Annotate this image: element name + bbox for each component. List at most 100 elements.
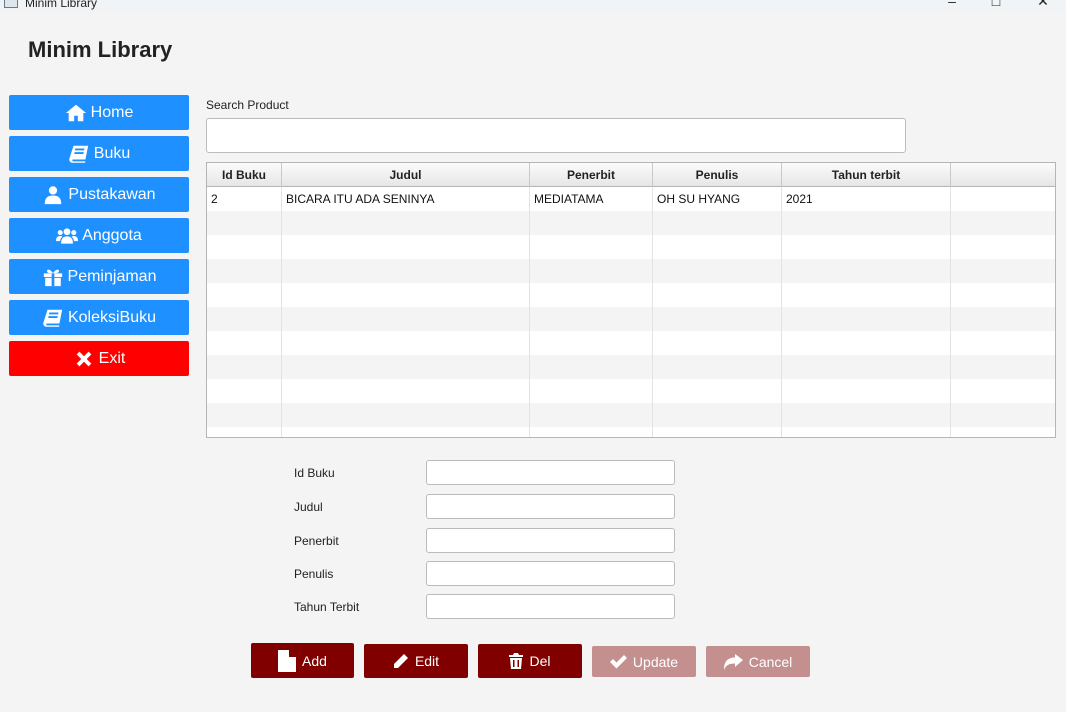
share-arrow-icon [723,653,743,670]
table-cell-empty [282,283,530,307]
table-cell-empty [530,379,653,403]
update-button[interactable]: Update [592,646,696,677]
penulis-label: Penulis [294,567,334,581]
column-header-judul[interactable]: Judul [282,163,530,187]
sidebar-item-label: Buku [93,144,131,162]
table-cell-empty [653,283,782,307]
table-cell-empty [282,259,530,283]
table-cell-empty [782,211,951,235]
judul-label: Judul [294,500,323,514]
table-cell-empty [282,307,530,331]
table-cell-empty [653,235,782,259]
add-label: Add [302,652,327,669]
delete-button[interactable]: Del [478,644,582,678]
pencil-icon [393,654,408,668]
table-cell-empty [282,379,530,403]
table-cell: OH SU HYANG [653,187,782,211]
table-cell-empty [951,331,1055,355]
table-cell: MEDIATAMA [530,187,653,211]
cancel-label: Cancel [748,653,793,670]
search-label: Search Product [206,98,289,112]
close-icon [76,351,91,366]
edit-button[interactable]: Edit [364,644,468,678]
column-header-id-buku[interactable]: Id Buku [207,163,282,187]
maximize-icon[interactable]: □ [988,0,1004,10]
table-cell: 2021 [782,187,951,211]
table-cell-empty [653,259,782,283]
table-row[interactable]: 2 BICARA ITU ADA SENINYA MEDIATAMA OH SU… [207,187,1055,211]
table-cell-empty [530,211,653,235]
add-button[interactable]: Add [251,643,354,678]
table-cell-empty [782,307,951,331]
table-row-empty [207,259,1055,283]
id-buku-label: Id Buku [294,466,335,480]
sidebar-item-label: Home [90,103,134,121]
table-cell-empty [282,427,530,437]
table-cell-empty [282,355,530,379]
table-cell-empty [530,427,653,437]
table-cell-empty [653,307,782,331]
sidebar-item-peminjaman[interactable]: Peminjaman [9,259,189,294]
table-cell-empty [951,403,1055,427]
close-window-icon[interactable]: ✕ [1035,0,1051,10]
column-header-penulis[interactable]: Penulis [653,163,782,187]
table-cell-empty [951,211,1055,235]
exit-label: Exit [98,349,126,367]
cancel-button[interactable]: Cancel [706,646,810,677]
file-icon [278,649,297,672]
table-cell-empty [530,259,653,283]
table-cell: BICARA ITU ADA SENINYA [282,187,530,211]
app-title: Minim Library [28,37,173,62]
column-header-tahun-terbit[interactable]: Tahun terbit [782,163,951,187]
sidebar-item-anggota[interactable]: Anggota [9,218,189,253]
books-table[interactable]: Id Buku Judul Penerbit Penulis Tahun ter… [206,162,1056,438]
table-cell-empty [207,379,282,403]
table-cell-empty [653,331,782,355]
table-cell-empty [782,235,951,259]
column-header-penerbit[interactable]: Penerbit [530,163,653,187]
table-row-empty [207,283,1055,307]
table-cell-empty [951,307,1055,331]
sidebar-item-label: Pustakawan [68,185,156,203]
tahun-terbit-field[interactable] [426,594,675,619]
check-icon [609,654,627,668]
table-header: Id Buku Judul Penerbit Penulis Tahun ter… [207,163,1055,187]
table-cell-empty [207,403,282,427]
table-row-empty [207,355,1055,379]
minimize-icon[interactable]: – [944,0,960,10]
table-cell-empty [207,307,282,331]
table-row-empty [207,379,1055,403]
table-cell-empty [207,283,282,307]
sidebar-item-buku[interactable]: Buku [9,136,189,171]
edit-label: Edit [414,653,440,669]
id-buku-field[interactable] [426,460,675,485]
table-row-empty [207,331,1055,355]
table-cell-empty [207,331,282,355]
table-cell-empty [653,379,782,403]
table-cell-empty [782,355,951,379]
penulis-field[interactable] [426,561,675,586]
table-cell-empty [282,211,530,235]
table-cell-empty [782,283,951,307]
sidebar-item-pustakawan[interactable]: Pustakawan [9,177,189,212]
search-input[interactable] [206,118,906,153]
table-cell-empty [207,427,282,437]
exit-button[interactable]: Exit [9,341,189,376]
table-cell-empty [951,283,1055,307]
judul-field[interactable] [426,494,675,519]
sidebar-item-label: KoleksiBuku [67,308,157,326]
column-header-filler [951,163,1055,187]
table-cell-empty [207,259,282,283]
table-cell-empty [530,331,653,355]
table-cell-empty [282,403,530,427]
table-cell-empty [951,235,1055,259]
sidebar-item-home[interactable]: Home [9,95,189,130]
penerbit-label: Penerbit [294,534,339,548]
tahun-terbit-label: Tahun Terbit [294,600,360,614]
app-window-icon [4,0,18,8]
table-cell-empty [951,259,1055,283]
table-cell-empty [782,259,951,283]
penerbit-field[interactable] [426,528,675,553]
table-cell-empty [782,331,951,355]
sidebar-item-koleksibuku[interactable]: KoleksiBuku [9,300,189,335]
